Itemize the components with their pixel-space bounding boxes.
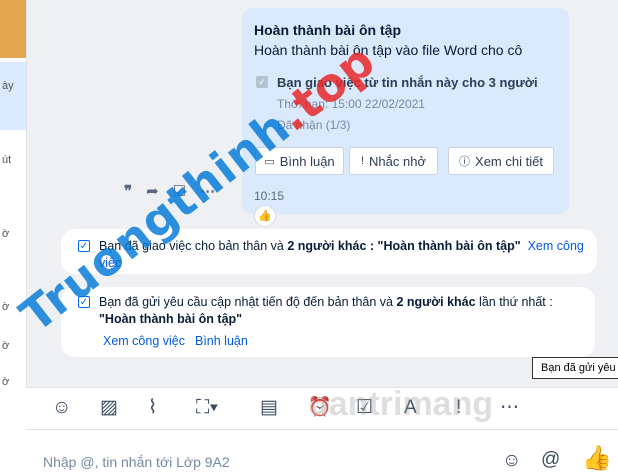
task-title: Hoàn thành bài ôn tập [254,22,401,38]
like-reaction-button[interactable]: 👍 [254,205,276,227]
contact-card-icon[interactable]: ▤ [260,398,278,418]
remind-button-label: Nhắc nhở [369,153,426,169]
attachment-icon[interactable]: ⌇ [148,398,157,418]
notice-bold-part: 2 người khác [396,295,476,309]
task-checkbox-icon: ✓ [256,76,268,88]
task-description: Hoàn thành bài ôn tập vào file Word cho … [254,42,523,58]
thumbs-up-icon: 👍 [258,210,272,222]
notice-bold-part: 2 người khác [287,239,367,253]
notice-text: Bạn đã giao việc cho bản thân và 2 người… [99,238,585,272]
alert-icon: ! [360,155,365,167]
conversation-text-fragment: út [2,154,12,166]
conversation-text-fragment: ờ [2,228,10,240]
screenshot-icon[interactable]: ⛶▾ [196,398,219,418]
view-details-button[interactable]: ⓘ Xem chi tiết [448,147,554,175]
image-icon[interactable]: ▨ [100,398,118,418]
info-icon: ⓘ [459,156,471,168]
remind-button[interactable]: ! Nhắc nhở [349,147,438,175]
comment-link[interactable]: Bình luận [195,334,248,348]
notice-text: Bạn đã gửi yêu cầu cập nhật tiến độ đến … [99,294,583,328]
notice-text-part: Bạn đã gửi yêu cầu cập nhật tiến độ đến … [99,295,397,309]
conversation-text-fragment: ày [2,80,14,92]
notice-text-part: lần thứ nhất : [475,295,553,309]
conversation-avatar[interactable] [0,0,26,58]
sticker-icon[interactable]: ☺ [52,398,71,418]
more-options-icon[interactable]: ⋯ [500,398,519,418]
progress-request-notice: ✓ Bạn đã gửi yêu cầu cập nhật tiến độ đế… [61,287,595,357]
conversation-text-fragment: ờ [2,340,10,352]
watermark-quantrimang: uantrimang [308,385,493,424]
quote-icon[interactable]: ❞ [124,182,132,200]
selected-conversation[interactable] [0,62,26,130]
notice-task-name: : "Hoàn thành bài ôn tập" [366,239,521,253]
view-details-label: Xem chi tiết [475,153,543,169]
conversation-text-fragment: ờ [2,301,10,313]
conversation-text-fragment: ờ [2,376,10,388]
mention-icon[interactable]: @ [541,449,560,471]
conversation-list-strip[interactable]: ày út ờ ờ ờ ờ [0,0,27,476]
message-composer[interactable]: Nhập @, tin nhắn tới Lớp 9A2 ☺ @ 👍 [26,429,618,476]
view-task-link[interactable]: Xem công việc [103,334,185,348]
comment-button-label: Bình luận [279,153,335,169]
message-input[interactable]: Nhập @, tin nhắn tới Lớp 9A2 [43,454,230,470]
watermark-text: uantrimang [308,385,494,423]
notice-links: Xem công việc Bình luận [103,334,248,348]
tooltip: Bạn đã gửi yêu [532,357,618,379]
notice-task-name: "Hoàn thành bài ôn tập" [99,312,243,326]
message-time: 10:15 [254,189,285,203]
emoji-icon[interactable]: ☺ [502,450,521,472]
quick-like-icon[interactable]: 👍 [582,444,612,473]
